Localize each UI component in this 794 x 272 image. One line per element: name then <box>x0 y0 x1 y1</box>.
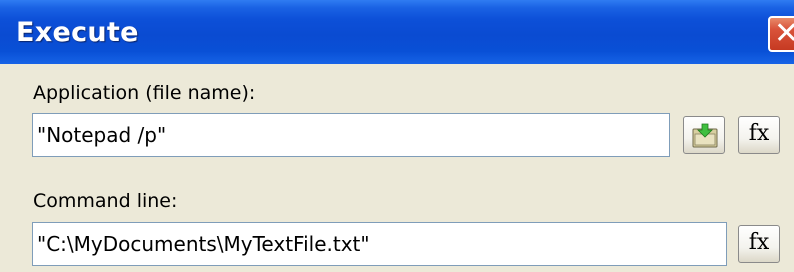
application-fx-button[interactable]: fx <box>738 116 780 154</box>
close-button[interactable]: ✕ <box>768 16 794 52</box>
title-bar[interactable]: Execute ✕ <box>0 0 794 64</box>
command-line-label: Command line: <box>33 190 178 212</box>
browse-button[interactable] <box>683 116 725 154</box>
command-line-fx-button[interactable]: fx <box>738 225 780 263</box>
window-title: Execute <box>16 17 139 48</box>
close-icon: ✕ <box>774 16 794 51</box>
fx-label: fx <box>748 230 770 255</box>
fx-label: fx <box>748 121 770 146</box>
application-field[interactable]: "Notepad /p" <box>32 113 670 157</box>
application-label: Application (file name): <box>33 82 256 104</box>
open-folder-icon <box>692 123 718 148</box>
command-line-field[interactable]: "C:\MyDocuments\MyTextFile.txt" <box>32 222 727 266</box>
